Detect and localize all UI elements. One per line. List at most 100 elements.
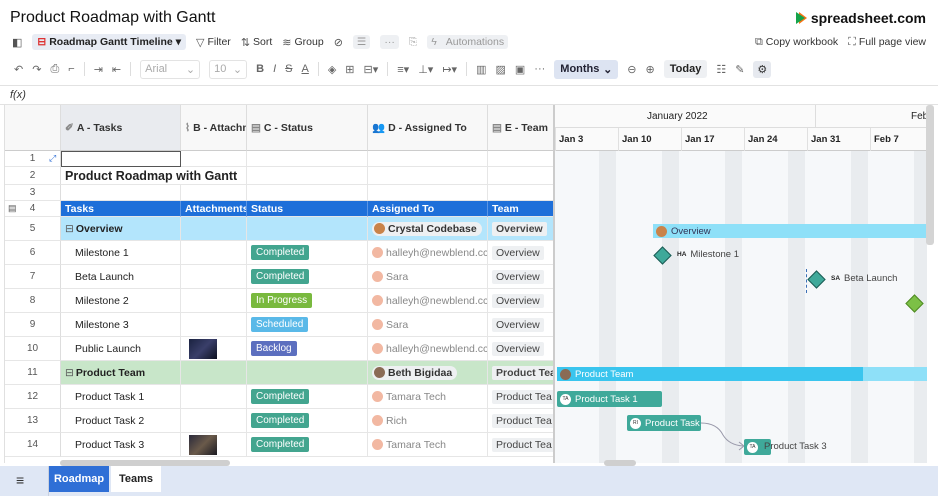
grid-cell[interactable]: [181, 337, 247, 361]
row-number[interactable]: 2: [5, 167, 61, 185]
column-header-d[interactable]: 👥 D - Assigned To: [368, 105, 488, 151]
grid-cell[interactable]: Rich: [368, 409, 488, 433]
strikethrough-icon[interactable]: S: [285, 63, 292, 75]
formula-bar[interactable]: f(x): [0, 85, 938, 105]
column-header-e[interactable]: ▤ E - Team: [488, 105, 553, 151]
status-badge[interactable]: Completed: [251, 389, 310, 404]
automations-button[interactable]: ϟ Automations: [427, 35, 509, 49]
grid-cell[interactable]: Completed: [247, 265, 368, 289]
gantt-bar-task[interactable]: TA Product Task 1: [557, 391, 662, 407]
row-number[interactable]: 12: [5, 385, 61, 409]
grid-cell[interactable]: [368, 151, 488, 167]
grid-cell[interactable]: Tasks: [61, 201, 181, 217]
paint-format-icon[interactable]: ⌐: [68, 63, 74, 75]
grid-cell[interactable]: [181, 313, 247, 337]
milestone-diamond[interactable]: [905, 294, 924, 313]
grid-cell[interactable]: Milestone 1: [61, 241, 181, 265]
grid-cell[interactable]: [181, 151, 247, 167]
zoom-in-icon[interactable]: ⊕: [646, 63, 655, 76]
align-horizontal-icon[interactable]: ≡▾: [397, 63, 409, 76]
status-badge[interactable]: Completed: [251, 245, 310, 260]
grid-cell[interactable]: Overview: [488, 265, 553, 289]
status-badge[interactable]: Scheduled: [251, 317, 309, 332]
grid-cell[interactable]: Assigned To: [368, 201, 488, 217]
print-icon[interactable]: ⎙: [50, 63, 59, 76]
attachment-thumbnail[interactable]: [189, 338, 217, 359]
grid-cell[interactable]: Scheduled: [247, 313, 368, 337]
grid-cell[interactable]: [181, 241, 247, 265]
grid-cell[interactable]: In Progress: [247, 289, 368, 313]
grid-cell[interactable]: Sara: [368, 265, 488, 289]
sort-button[interactable]: ⇅ Sort: [241, 36, 272, 49]
grid-cell[interactable]: [488, 151, 553, 167]
timescale-select[interactable]: Months ⌄: [554, 59, 619, 79]
grid-cell[interactable]: Product Task 2: [61, 409, 181, 433]
tab-teams[interactable]: Teams: [111, 466, 161, 492]
tab-roadmap[interactable]: Roadmap: [49, 466, 109, 492]
grid-cell[interactable]: [181, 433, 247, 457]
grid-cell[interactable]: [247, 167, 368, 185]
grid-cell[interactable]: Completed: [247, 409, 368, 433]
grid-cell[interactable]: ⊟ Overview: [61, 217, 181, 241]
collapse-group-icon[interactable]: ⊟: [65, 223, 74, 235]
more-options-icon[interactable]: ···: [380, 35, 399, 49]
grid-cell[interactable]: Product Task 1: [61, 385, 181, 409]
row-number[interactable]: 6: [5, 241, 61, 265]
group-button[interactable]: ≋ Group: [282, 36, 323, 49]
borders-icon[interactable]: ⊞: [345, 63, 354, 76]
row-number[interactable]: 11: [5, 361, 61, 385]
grid-cell[interactable]: [61, 185, 181, 201]
status-badge[interactable]: Completed: [251, 413, 310, 428]
grid-cell[interactable]: Overview: [488, 313, 553, 337]
full-page-view-button[interactable]: ⛶ Full page view: [848, 36, 926, 49]
gantt-options-icon[interactable]: ☷: [716, 63, 726, 76]
grid-cell[interactable]: Product Task 3: [61, 433, 181, 457]
fill-color-icon[interactable]: ◈: [328, 63, 336, 76]
italic-icon[interactable]: I: [273, 63, 276, 75]
grid-cell[interactable]: Team: [488, 201, 553, 217]
grid-cell[interactable]: Beta Launch: [61, 265, 181, 289]
grid-cell[interactable]: [181, 361, 247, 385]
row-height-icon[interactable]: ☰: [352, 35, 371, 49]
brand-logo[interactable]: spreadsheet.com: [795, 10, 926, 26]
row-number[interactable]: 8: [5, 289, 61, 313]
row-number[interactable]: 9: [5, 313, 61, 337]
indent-icon[interactable]: ⇥: [94, 63, 103, 76]
grid-cell[interactable]: Attachments: [181, 201, 247, 217]
bold-icon[interactable]: B: [256, 63, 264, 75]
menu-icon[interactable]: ≡: [16, 472, 24, 488]
workbook-title[interactable]: Product Roadmap with Gantt: [10, 9, 215, 27]
color-picker-icon[interactable]: ✎: [735, 63, 744, 76]
undo-icon[interactable]: ↶: [14, 63, 23, 76]
grid-cell[interactable]: [181, 385, 247, 409]
column-header-b[interactable]: ⌇ B - Attachn: [181, 105, 247, 151]
align-vertical-icon[interactable]: ⊥▾: [418, 63, 433, 76]
grid-cell[interactable]: ⊟ Product Team: [61, 361, 181, 385]
grid-cell[interactable]: Crystal Codebase: [368, 217, 488, 241]
grid-cell[interactable]: Completed: [247, 433, 368, 457]
grid-cell[interactable]: Milestone 2: [61, 289, 181, 313]
milestone-diamond[interactable]: [653, 246, 672, 265]
font-family-select[interactable]: Arial ⌄: [140, 59, 201, 79]
grid-cell[interactable]: Backlog: [247, 337, 368, 361]
status-badge[interactable]: Completed: [251, 269, 310, 284]
sidebar-toggle-icon[interactable]: ◧: [12, 36, 22, 49]
grid-cell[interactable]: [181, 409, 247, 433]
grid-cell[interactable]: halleyh@newblend.cc: [368, 241, 488, 265]
grid-cell[interactable]: Overview: [488, 289, 553, 313]
row-number[interactable]: 10: [5, 337, 61, 361]
grid-cell[interactable]: [181, 265, 247, 289]
status-badge[interactable]: Completed: [251, 437, 310, 452]
grid-cell[interactable]: Product Tea: [488, 433, 553, 457]
row-number[interactable]: 7: [5, 265, 61, 289]
gantt-bar-product-team[interactable]: Product Team: [557, 367, 863, 381]
gantt-bar-overview[interactable]: Overview: [653, 224, 927, 238]
row-number[interactable]: 3: [5, 185, 61, 201]
grid-cell[interactable]: [247, 151, 368, 167]
merge-cells-icon[interactable]: ⊟▾: [364, 63, 379, 76]
attachment-thumbnail[interactable]: [189, 434, 217, 455]
grid-cell[interactable]: [247, 361, 368, 385]
grid-cell[interactable]: Tamara Tech: [368, 385, 488, 409]
grid-cell[interactable]: Tamara Tech: [368, 433, 488, 457]
row-number[interactable]: 14: [5, 433, 61, 457]
